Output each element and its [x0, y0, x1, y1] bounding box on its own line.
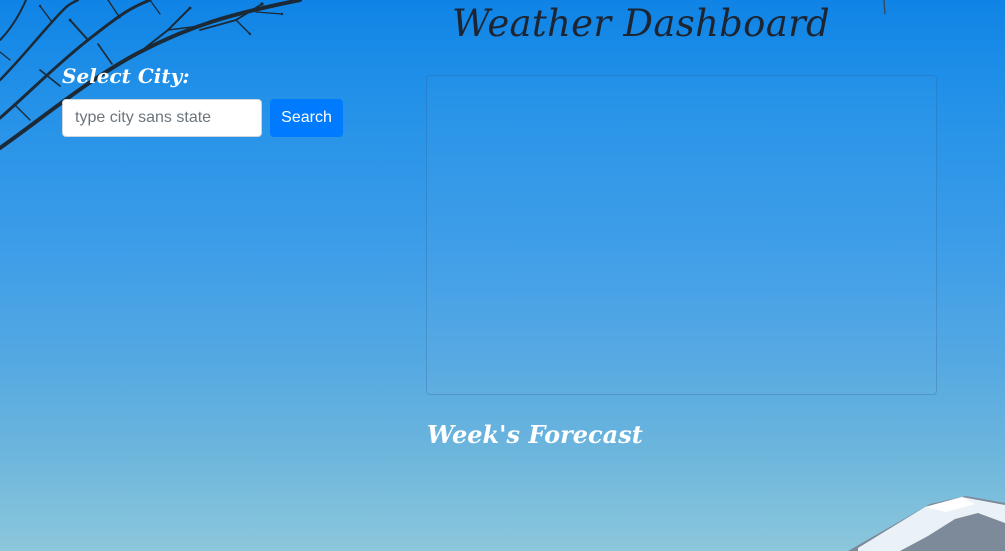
page-title: Weather Dashboard [452, 2, 831, 45]
search-button[interactable]: Search [270, 99, 343, 137]
current-weather-panel [426, 75, 937, 395]
hanging-twig [883, 0, 886, 15]
mountain-peak [848, 496, 1005, 551]
select-city-label: Select City: [62, 64, 190, 88]
city-search-input[interactable] [62, 99, 262, 137]
forecast-heading: Week's Forecast [427, 420, 643, 449]
tree-twigs [38, 2, 284, 36]
